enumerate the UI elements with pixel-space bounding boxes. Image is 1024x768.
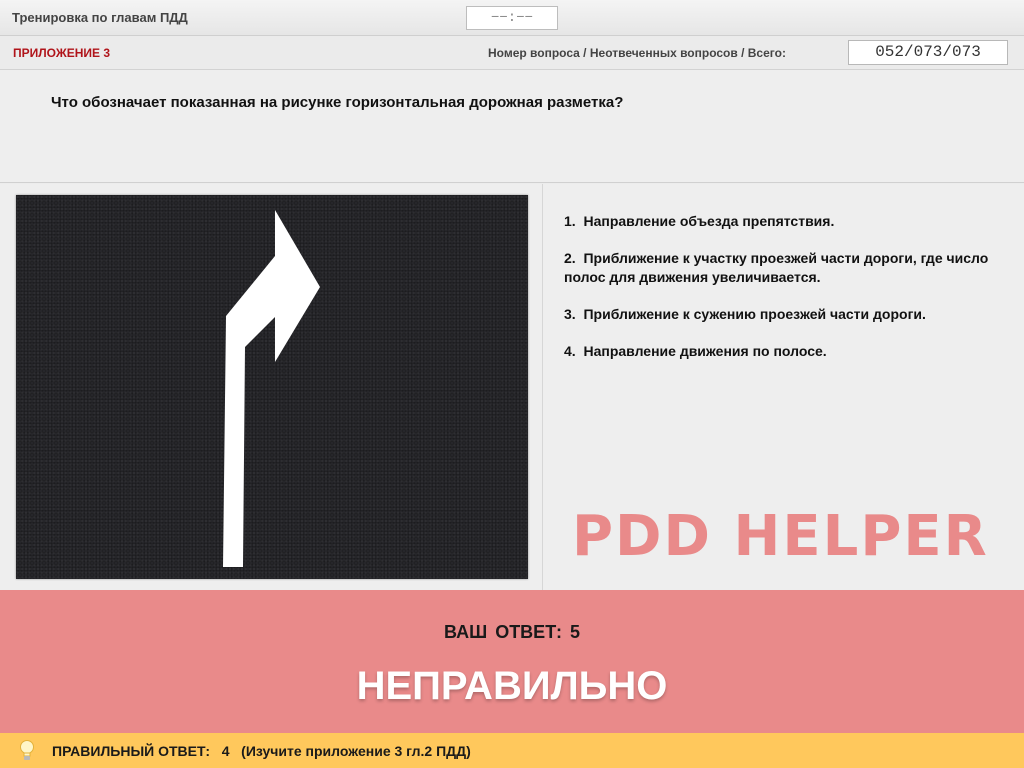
lightbulb-icon	[20, 740, 34, 760]
question-counter-value: 052/073/073	[848, 40, 1008, 65]
question-panel: Что обозначает показанная на рисунке гор…	[0, 70, 1024, 183]
straight-and-right-arrow-marking	[223, 210, 320, 567]
answer-text: Направление объезда препятствия.	[583, 213, 835, 229]
appendix-label: ПРИЛОЖЕНИЕ 3	[13, 46, 111, 60]
vertical-divider	[542, 184, 543, 590]
answer-number: 2.	[564, 250, 576, 266]
answer-option-1[interactable]: 1. Направление объезда препятствия.	[564, 212, 1004, 231]
verdict-text: НЕПРАВИЛЬНО	[356, 664, 668, 708]
answer-text: Направление движения по полосе.	[583, 343, 827, 359]
answer-number: 4.	[564, 343, 576, 359]
content-panel: 1. Направление объезда препятствия. 2. П…	[0, 184, 1024, 590]
your-answer-value: 5	[569, 622, 580, 642]
title-bar: Тренировка по главам ПДД −−:−−	[0, 0, 1024, 36]
answer-option-4[interactable]: 4. Направление движения по полосе.	[564, 342, 1004, 361]
answer-text: Приближение к участку проезжей части дор…	[564, 250, 989, 285]
watermark-logo: PDD HELPER	[572, 504, 989, 569]
answer-number: 1.	[564, 213, 576, 229]
app-title: Тренировка по главам ПДД	[12, 10, 188, 25]
answer-number: 3.	[564, 306, 576, 322]
question-counter-label: Номер вопроса / Неотвеченных вопросов / …	[488, 46, 786, 60]
your-answer: ВАШ ОТВЕТ: 5	[0, 622, 1024, 643]
result-banner: ВАШ ОТВЕТ: 5 НЕПРАВИЛЬНО	[0, 590, 1024, 733]
your-answer-label: ВАШ ОТВЕТ:	[444, 622, 562, 642]
hint-bar: ПРАВИЛЬНЫЙ ОТВЕТ: 4 (Изучите приложение …	[0, 733, 1024, 768]
question-text: Что обозначает показанная на рисунке гор…	[51, 94, 624, 111]
answer-text: Приближение к сужению проезжей части дор…	[583, 306, 926, 322]
answer-list: 1. Направление объезда препятствия. 2. П…	[564, 212, 1004, 379]
road-marking-image	[16, 195, 528, 579]
timer-display: −−:−−	[466, 6, 558, 30]
answer-option-2[interactable]: 2. Приближение к участку проезжей части …	[564, 249, 1004, 287]
correct-answer-hint: ПРАВИЛЬНЫЙ ОТВЕТ: 4 (Изучите приложение …	[52, 743, 471, 759]
info-bar: ПРИЛОЖЕНИЕ 3 Номер вопроса / Неотвеченны…	[0, 36, 1024, 70]
answer-option-3[interactable]: 3. Приближение к сужению проезжей части …	[564, 305, 1004, 324]
